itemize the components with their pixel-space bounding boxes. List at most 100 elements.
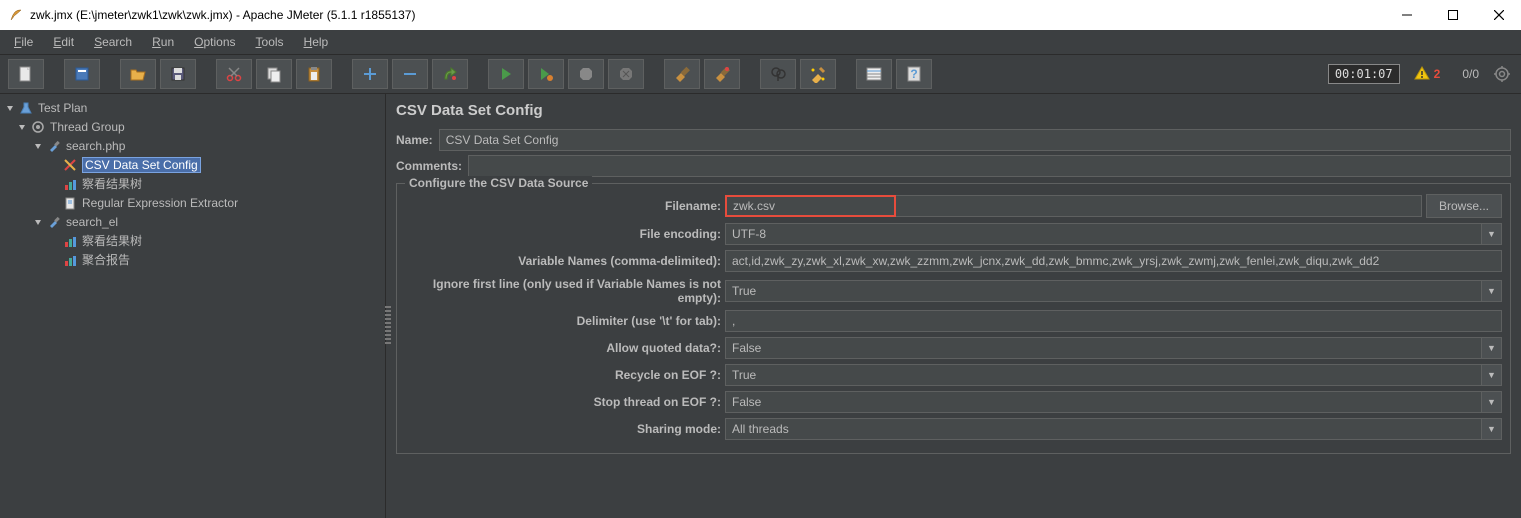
menu-run[interactable]: Run [144, 32, 182, 52]
reset-search-button[interactable] [800, 59, 836, 89]
tree-node-regex-extractor[interactable]: Regular Expression Extractor [0, 193, 385, 212]
recycle-eof-select[interactable] [725, 364, 1482, 386]
config-icon [62, 157, 78, 173]
tree-node-label: Test Plan [38, 101, 87, 115]
ignore-first-label: Ignore first line (only used if Variable… [405, 277, 725, 305]
tree-node-view-results-tree-1[interactable]: 察看结果树 [0, 174, 385, 193]
tree-node-label: 察看结果树 [82, 175, 142, 192]
splitter-handle[interactable] [385, 306, 391, 346]
sharing-mode-select[interactable] [725, 418, 1482, 440]
tree-node-label: Thread Group [50, 120, 125, 134]
app-icon [8, 7, 24, 23]
leaf-spacer [48, 178, 60, 190]
filename-input[interactable] [725, 195, 896, 217]
file-encoding-select[interactable] [725, 223, 1482, 245]
menu-file[interactable]: File [6, 32, 41, 52]
start-button[interactable] [488, 59, 524, 89]
paste-button[interactable] [296, 59, 332, 89]
clear-all-button[interactable] [704, 59, 740, 89]
tree-node-csv-config[interactable]: CSV Data Set Config [0, 155, 385, 174]
search-toolbar-button[interactable] [760, 59, 796, 89]
minimize-button[interactable] [1393, 5, 1421, 25]
menu-help[interactable]: Help [296, 32, 337, 52]
config-panel: CSV Data Set Config Name: Comments: Conf… [386, 94, 1521, 518]
comments-input[interactable] [468, 155, 1511, 177]
filename-input-rest[interactable] [896, 195, 1422, 217]
ignore-first-select[interactable] [725, 280, 1482, 302]
stop-button[interactable] [568, 59, 604, 89]
help-toolbar-button[interactable]: ? [896, 59, 932, 89]
chevron-down-icon[interactable]: ▼ [1482, 223, 1502, 245]
allow-quoted-select[interactable] [725, 337, 1482, 359]
test-plan-tree[interactable]: Test Plan Thread Group search.php CSV Da… [0, 94, 386, 518]
variable-names-input[interactable] [725, 250, 1502, 272]
start-no-pause-button[interactable] [528, 59, 564, 89]
chevron-down-icon[interactable] [4, 102, 16, 114]
chevron-down-icon[interactable] [16, 121, 28, 133]
tree-node-label: Regular Expression Extractor [82, 196, 238, 210]
menubar: File Edit Search Run Options Tools Help [0, 30, 1521, 54]
tree-node-thread-group[interactable]: Thread Group [0, 117, 385, 136]
file-encoding-label: File encoding: [405, 227, 725, 241]
tree-node-label: 聚合报告 [82, 251, 130, 268]
stop-eof-select[interactable] [725, 391, 1482, 413]
tree-node-view-results-tree-2[interactable]: 察看结果树 [0, 231, 385, 250]
shutdown-button[interactable] [608, 59, 644, 89]
sharing-mode-label: Sharing mode: [405, 422, 725, 436]
menu-tools[interactable]: Tools [248, 32, 292, 52]
delimiter-input[interactable] [725, 310, 1502, 332]
chevron-down-icon[interactable] [32, 140, 44, 152]
fieldset-legend: Configure the CSV Data Source [405, 176, 592, 190]
variable-names-label: Variable Names (comma-delimited): [405, 254, 725, 268]
chevron-down-icon[interactable]: ▼ [1482, 418, 1502, 440]
chevron-down-icon[interactable]: ▼ [1482, 337, 1502, 359]
chevron-down-icon[interactable]: ▼ [1482, 364, 1502, 386]
dropper-icon [46, 138, 62, 154]
chevron-down-icon[interactable] [32, 216, 44, 228]
filename-label: Filename: [405, 199, 725, 213]
tree-node-label: search.php [66, 139, 125, 153]
document-icon [62, 195, 78, 211]
leaf-spacer [48, 197, 60, 209]
chevron-down-icon[interactable]: ▼ [1482, 280, 1502, 302]
tree-node-search-php[interactable]: search.php [0, 136, 385, 155]
expand-button[interactable] [352, 59, 388, 89]
toggle-button[interactable] [432, 59, 468, 89]
chart-icon [62, 252, 78, 268]
function-helper-button[interactable] [856, 59, 892, 89]
leaf-spacer [48, 159, 60, 171]
collapse-button[interactable] [392, 59, 428, 89]
chart-icon [62, 176, 78, 192]
copy-button[interactable] [256, 59, 292, 89]
name-input[interactable] [439, 129, 1511, 151]
tree-node-search-el[interactable]: search_el [0, 212, 385, 231]
settings-icon[interactable] [1491, 63, 1513, 85]
close-button[interactable] [1485, 5, 1513, 25]
comments-label: Comments: [396, 159, 462, 173]
clear-button[interactable] [664, 59, 700, 89]
menu-search[interactable]: Search [86, 32, 140, 52]
templates-button[interactable] [64, 59, 100, 89]
allow-quoted-label: Allow quoted data?: [405, 341, 725, 355]
name-label: Name: [396, 133, 433, 147]
toolbar: ? 00:01:07 2 0/0 [0, 54, 1521, 94]
maximize-button[interactable] [1439, 5, 1467, 25]
thread-ratio: 0/0 [1462, 67, 1479, 81]
tree-node-aggregate-report[interactable]: 聚合报告 [0, 250, 385, 269]
leaf-spacer [48, 254, 60, 266]
new-button[interactable] [8, 59, 44, 89]
window-titlebar: zwk.jmx (E:\jmeter\zwk1\zwk\zwk.jmx) - A… [0, 0, 1521, 30]
open-button[interactable] [120, 59, 156, 89]
tree-node-test-plan[interactable]: Test Plan [0, 98, 385, 117]
menu-edit[interactable]: Edit [45, 32, 82, 52]
save-button[interactable] [160, 59, 196, 89]
gear-icon [30, 119, 46, 135]
tree-node-label: 察看结果树 [82, 232, 142, 249]
browse-button[interactable]: Browse... [1426, 194, 1502, 218]
warning-icon[interactable] [1414, 65, 1430, 84]
menu-options[interactable]: Options [186, 32, 243, 52]
cut-button[interactable] [216, 59, 252, 89]
chevron-down-icon[interactable]: ▼ [1482, 391, 1502, 413]
dropper-icon [46, 214, 62, 230]
chart-icon [62, 233, 78, 249]
